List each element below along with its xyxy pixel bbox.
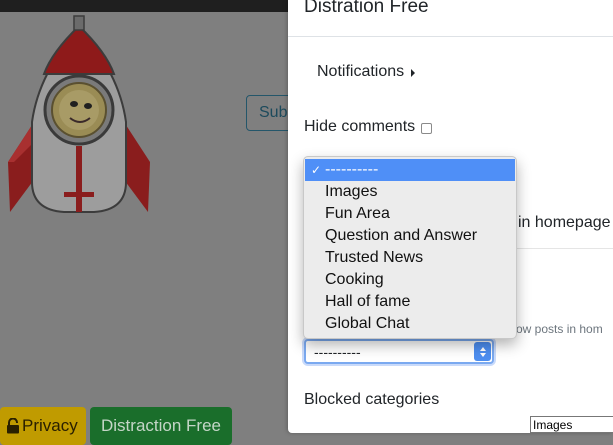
rocket-mascot-image [4, 12, 154, 217]
dropdown-option[interactable]: Images [304, 181, 516, 203]
panel-title: Distration Free [304, 0, 429, 17]
dropdown-option[interactable]: Hall of fame [304, 291, 516, 313]
dropdown-option[interactable]: Trusted News [304, 247, 516, 269]
hide-comments-label: Hide comments [304, 118, 416, 135]
show-posts-help-text: ow posts in hom [516, 322, 603, 336]
category-select[interactable]: ---------- [304, 339, 494, 364]
category-select-value: ---------- [314, 344, 361, 360]
distraction-free-button[interactable]: Distraction Free [90, 407, 232, 445]
dropdown-option[interactable]: ✓ ---------- [305, 159, 515, 181]
checkmark-icon: ✓ [311, 163, 322, 177]
hide-comments-option[interactable]: Hide comments [304, 118, 433, 136]
in-homepage-text: in homepage [518, 214, 611, 231]
dropdown-option[interactable]: Global Chat [304, 313, 516, 335]
privacy-button[interactable]: Privacy [0, 407, 86, 445]
select-stepper-icon [474, 342, 491, 361]
privacy-button-label: Privacy [22, 416, 78, 435]
dropdown-option[interactable]: Question and Answer [304, 225, 516, 247]
blocked-categories-list[interactable]: Images [530, 416, 613, 433]
caret-right-icon [411, 69, 416, 77]
notifications-label: Notifications [317, 63, 405, 80]
blocked-categories-label: Blocked categories [304, 391, 440, 408]
distraction-free-button-label: Distraction Free [101, 416, 221, 435]
header-divider [288, 36, 613, 37]
dropdown-option[interactable]: Fun Area [304, 203, 516, 225]
dropdown-option[interactable]: Cooking [304, 269, 516, 291]
category-dropdown-menu: ✓ ---------- Images Fun Area Question an… [303, 156, 517, 339]
lock-icon [7, 418, 19, 434]
notifications-toggle[interactable]: Notifications [317, 63, 416, 81]
hide-comments-checkbox[interactable] [421, 122, 433, 134]
